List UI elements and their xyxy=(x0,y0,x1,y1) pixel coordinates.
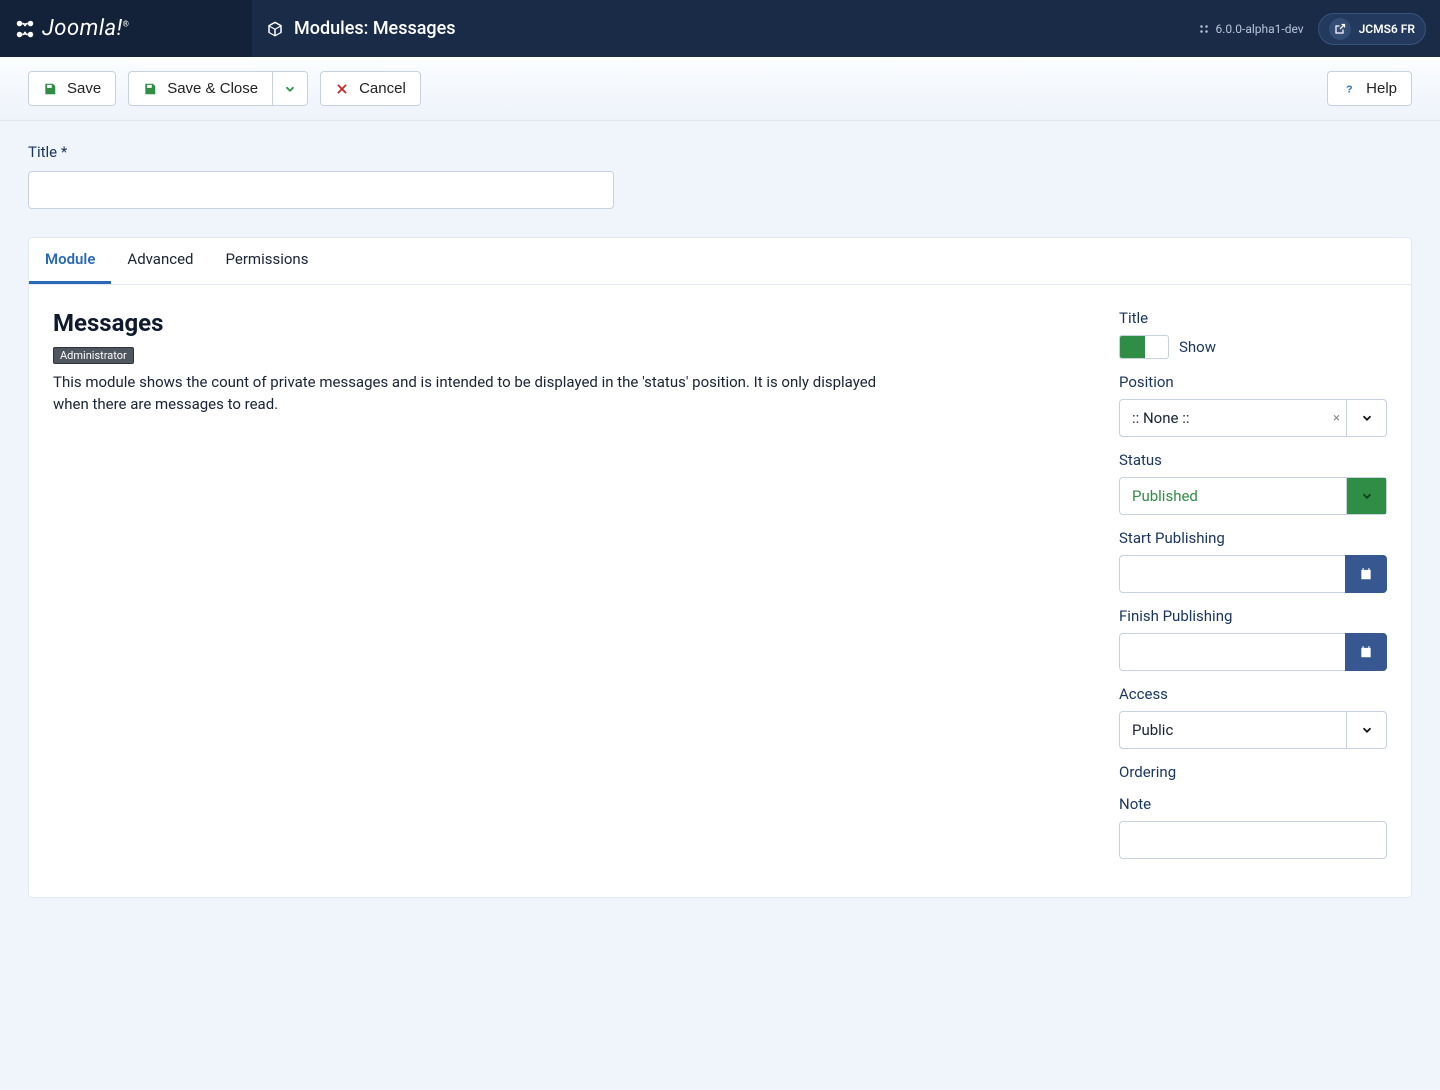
admin-chip: Administrator xyxy=(53,347,134,364)
calendar-icon xyxy=(1359,567,1373,581)
status-label: Status xyxy=(1119,451,1387,469)
topbar-right: 6.0.0-alpha1-dev JCMS6 FR xyxy=(1198,13,1440,45)
side-title-label: Title xyxy=(1119,309,1387,327)
tab-module[interactable]: Module xyxy=(29,238,111,284)
brand[interactable]: Joomla!® xyxy=(0,0,252,57)
brand-text: Joomla!® xyxy=(42,16,129,41)
start-pub-input[interactable] xyxy=(1119,555,1345,593)
toolbar: Save Save & Close Cancel ? Help xyxy=(0,57,1440,121)
cube-icon xyxy=(266,20,284,38)
chevron-down-icon xyxy=(1360,489,1374,503)
tab-advanced[interactable]: Advanced xyxy=(111,238,209,284)
tab-permissions[interactable]: Permissions xyxy=(210,238,325,284)
note-label: Note xyxy=(1119,795,1387,813)
main-column: Messages Administrator This module shows… xyxy=(53,309,1079,873)
position-select[interactable]: :: None :: × xyxy=(1119,399,1387,437)
panel-body: Messages Administrator This module shows… xyxy=(29,285,1411,897)
help-icon: ? xyxy=(1342,82,1356,96)
site-name: JCMS6 FR xyxy=(1359,22,1415,36)
svg-text:?: ? xyxy=(1346,83,1352,95)
access-dropdown[interactable] xyxy=(1346,712,1386,748)
chevron-down-icon xyxy=(1360,723,1374,737)
finish-pub-label: Finish Publishing xyxy=(1119,607,1387,625)
finish-pub-input[interactable] xyxy=(1119,633,1345,671)
external-link-icon xyxy=(1329,18,1351,40)
title-toggle[interactable] xyxy=(1119,335,1169,359)
save-close-group: Save & Close xyxy=(128,71,308,106)
save-button[interactable]: Save xyxy=(28,71,116,106)
position-clear[interactable]: × xyxy=(1327,411,1346,426)
joomla-small-icon xyxy=(1198,23,1210,35)
access-value: Public xyxy=(1120,721,1346,739)
chevron-down-icon xyxy=(1360,411,1374,425)
site-chip[interactable]: JCMS6 FR xyxy=(1318,13,1426,45)
title-label: Title * xyxy=(28,143,1412,161)
tab-row: Module Advanced Permissions xyxy=(29,238,1411,285)
module-heading: Messages xyxy=(53,309,1079,337)
finish-pub-calendar-button[interactable] xyxy=(1345,633,1387,671)
access-label: Access xyxy=(1119,685,1387,703)
close-icon xyxy=(335,82,349,96)
position-dropdown[interactable] xyxy=(1346,400,1386,436)
joomla-logo-icon xyxy=(14,18,36,40)
save-icon xyxy=(143,82,157,96)
page-title-text: Modules: Messages xyxy=(294,18,456,39)
position-value: :: None :: xyxy=(1120,409,1327,427)
page-title: Modules: Messages xyxy=(252,18,1198,39)
content: Title * Module Advanced Permissions Mess… xyxy=(0,121,1440,938)
chevron-down-icon xyxy=(283,82,297,96)
help-button[interactable]: ? Help xyxy=(1327,71,1412,106)
start-pub-label: Start Publishing xyxy=(1119,529,1387,547)
side-column: Title Show Position :: None :: × xyxy=(1119,309,1387,873)
status-select[interactable]: Published xyxy=(1119,477,1387,515)
title-input[interactable] xyxy=(28,171,614,209)
topbar: Joomla!® Modules: Messages 6.0.0-alpha1-… xyxy=(0,0,1440,57)
status-value: Published xyxy=(1120,487,1346,505)
start-pub-calendar-button[interactable] xyxy=(1345,555,1387,593)
save-close-button[interactable]: Save & Close xyxy=(128,71,273,106)
ordering-label: Ordering xyxy=(1119,763,1387,781)
version-text: 6.0.0-alpha1-dev xyxy=(1215,22,1303,36)
calendar-icon xyxy=(1359,645,1373,659)
position-label: Position xyxy=(1119,373,1387,391)
cancel-button[interactable]: Cancel xyxy=(320,71,421,106)
title-toggle-text: Show xyxy=(1179,338,1216,356)
module-description: This module shows the count of private m… xyxy=(53,372,893,416)
version-chip[interactable]: 6.0.0-alpha1-dev xyxy=(1198,22,1303,36)
save-close-dropdown[interactable] xyxy=(273,71,308,106)
save-icon xyxy=(43,82,57,96)
access-select[interactable]: Public xyxy=(1119,711,1387,749)
note-input[interactable] xyxy=(1119,821,1387,859)
status-dropdown[interactable] xyxy=(1346,478,1386,514)
panel: Module Advanced Permissions Messages Adm… xyxy=(28,237,1412,898)
